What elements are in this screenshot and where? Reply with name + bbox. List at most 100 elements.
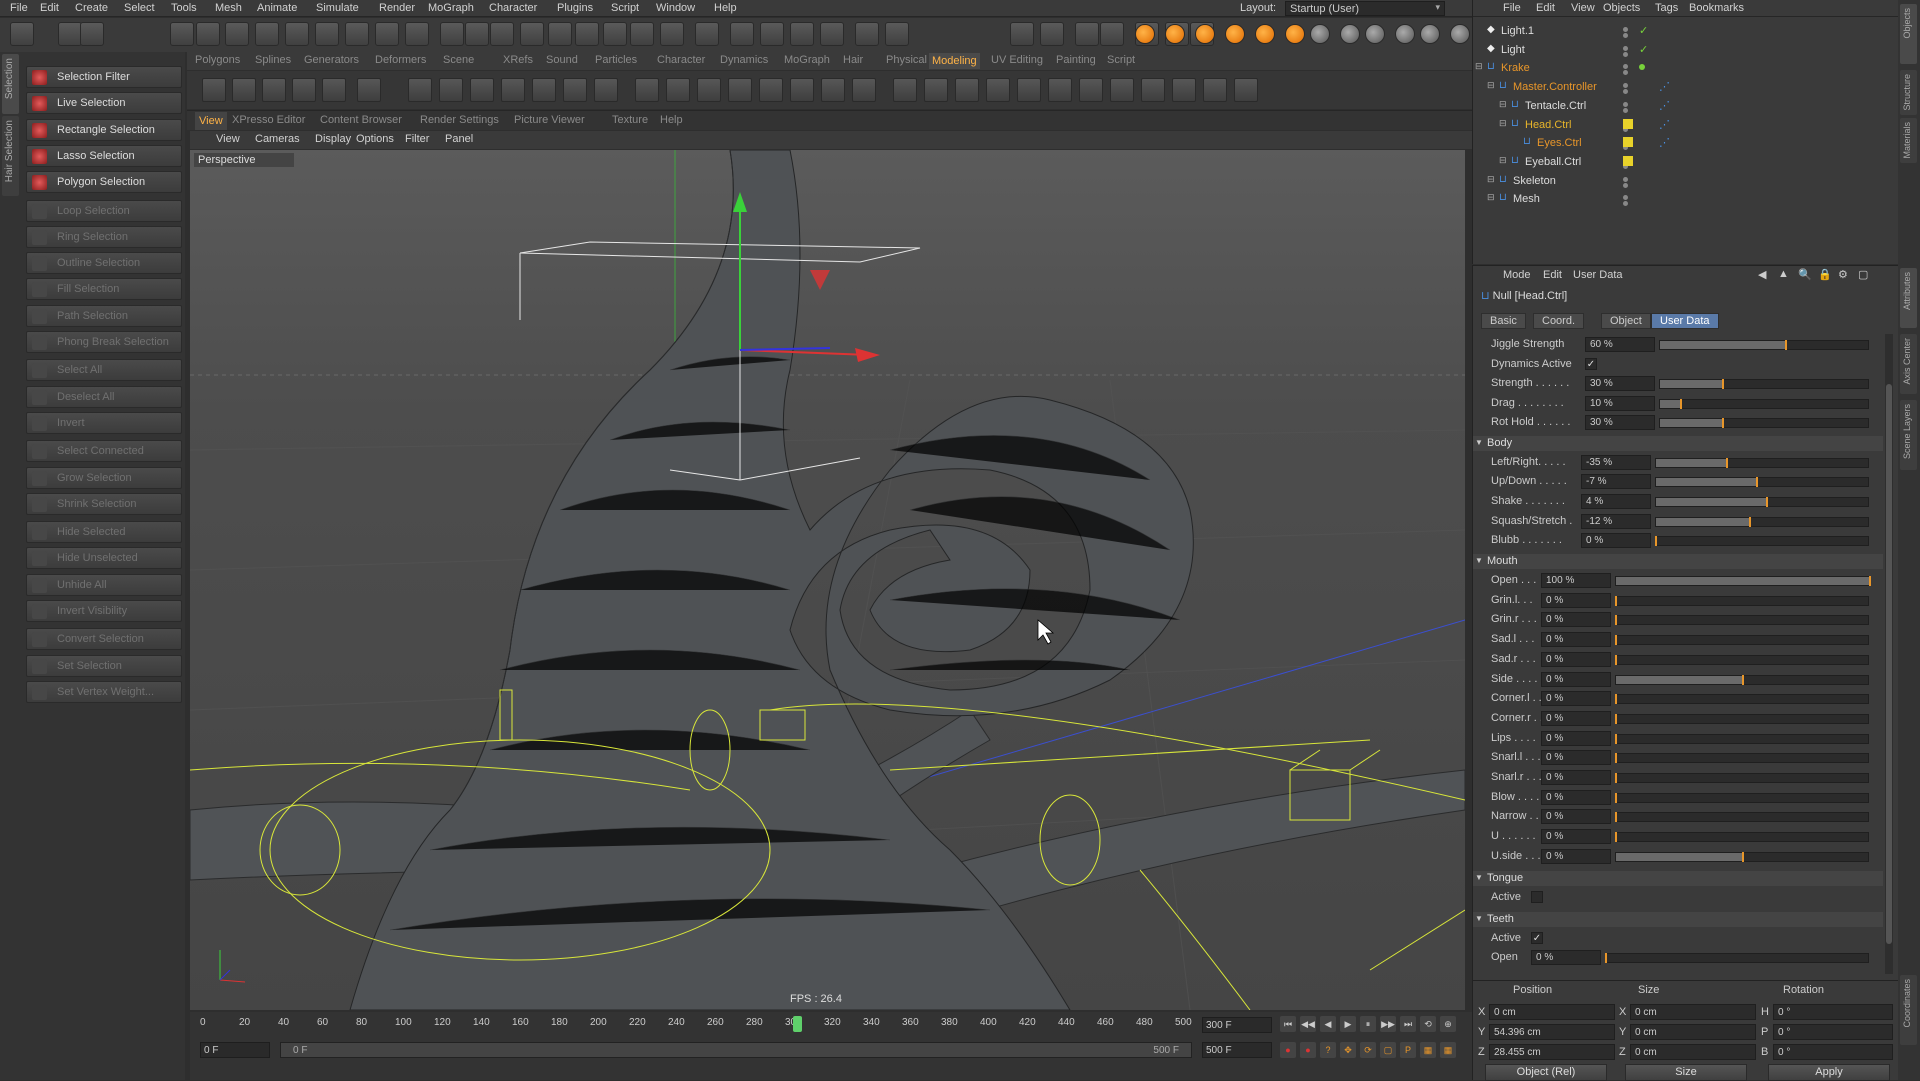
object-menu-file[interactable]: File: [1503, 2, 1521, 14]
param-value-field[interactable]: 0 %: [1541, 730, 1611, 746]
modeling-tool-icon[interactable]: [728, 78, 752, 102]
selection-btn-ring-selection[interactable]: Ring Selection: [26, 225, 182, 248]
toolbar-tool-icon[interactable]: [1010, 22, 1034, 46]
key-control-icon[interactable]: P: [1400, 1042, 1416, 1058]
visibility-dot-icon[interactable]: [1623, 176, 1628, 182]
object-row-light[interactable]: ◆ Light ✓: [1473, 41, 1899, 59]
section-teeth[interactable]: Teeth ▼: [1473, 911, 1883, 927]
menu-tools[interactable]: Tools: [171, 2, 197, 14]
value-slider[interactable]: [1615, 773, 1869, 783]
slider-knob[interactable]: [1755, 477, 1758, 488]
param-value-field[interactable]: 0 %: [1541, 789, 1611, 805]
slider-knob[interactable]: [1742, 674, 1744, 685]
menu-window[interactable]: Window: [656, 2, 695, 14]
tab-hair-selection[interactable]: Hair Selection: [2, 116, 19, 196]
object-menu-view[interactable]: View: [1571, 2, 1595, 14]
key-control-icon[interactable]: ●: [1300, 1042, 1316, 1058]
param-value-field[interactable]: 0 %: [1541, 829, 1611, 845]
expand-icon[interactable]: ⊟: [1487, 174, 1495, 185]
object-row-head-ctrl[interactable]: ⊟ ⊔ Head.Ctrl ⋰: [1473, 116, 1899, 134]
section-body[interactable]: Body ▼: [1473, 435, 1883, 451]
toolbar-tool-icon[interactable]: [345, 22, 369, 46]
object-row-eyes-ctrl[interactable]: ⊔ Eyes.Ctrl ⋰: [1473, 134, 1899, 152]
object-row-master-controller[interactable]: ⊟ ⊔ Master.Controller ⋰: [1473, 78, 1899, 96]
param-value-field[interactable]: 0 %: [1541, 632, 1611, 648]
param-value-field[interactable]: 0 %: [1541, 691, 1611, 707]
viewport-menu-cameras[interactable]: Cameras: [255, 133, 300, 145]
tab-selection[interactable]: Selection: [2, 54, 19, 114]
toolbar-tool-icon[interactable]: [375, 22, 399, 46]
selection-btn-shrink-selection[interactable]: Shrink Selection: [26, 492, 182, 515]
selection-btn-invert-visibility[interactable]: Invert Visibility: [26, 600, 182, 622]
param-value-field[interactable]: 0 %: [1531, 949, 1601, 965]
value-slider[interactable]: [1615, 832, 1869, 843]
modeling-tool-icon[interactable]: [357, 78, 381, 102]
param-value-field[interactable]: 4 %: [1581, 493, 1651, 509]
view-tab-content-browser[interactable]: Content Browser: [320, 114, 402, 126]
enabled-check-icon[interactable]: ✓: [1639, 24, 1648, 37]
param-value-field[interactable]: 0 %: [1541, 651, 1611, 667]
playback-control-icon[interactable]: ⏮: [1280, 1016, 1296, 1032]
toolbar-tool-icon[interactable]: [440, 22, 464, 46]
rotation-h-field[interactable]: 0 °: [1773, 1004, 1893, 1020]
toolbar-tool-icon[interactable]: [80, 22, 104, 46]
modeling-tool-icon[interactable]: [1172, 78, 1196, 102]
slider-knob[interactable]: [1742, 851, 1744, 862]
menu-edit[interactable]: Edit: [40, 2, 59, 14]
value-slider[interactable]: [1659, 379, 1869, 389]
selection-btn-live-selection[interactable]: Live Selection: [26, 92, 182, 115]
selection-btn-hide-unselected[interactable]: Hide Unselected: [26, 547, 182, 570]
playback-control-icon[interactable]: ⟲: [1420, 1016, 1436, 1032]
slider-knob[interactable]: [1615, 713, 1617, 724]
modeling-tool-icon[interactable]: [759, 78, 783, 102]
value-slider[interactable]: [1615, 753, 1869, 764]
slider-knob[interactable]: [1615, 773, 1617, 783]
modeling-tool-icon[interactable]: [635, 78, 659, 102]
mode-tab-sound[interactable]: Sound: [546, 54, 578, 66]
slider-knob[interactable]: [1615, 832, 1617, 843]
modeling-tool-icon[interactable]: [1234, 78, 1258, 102]
modeling-tool-icon[interactable]: [292, 78, 316, 102]
selection-btn-selection-filter[interactable]: Selection Filter: [26, 66, 182, 88]
slider-knob[interactable]: [1615, 753, 1617, 764]
selection-btn-hide-selected[interactable]: Hide Selected: [26, 521, 182, 544]
visibility-dot-icon[interactable]: [1623, 64, 1628, 70]
toolbar-tool-icon[interactable]: [760, 22, 784, 46]
toolbar-tool-icon[interactable]: [405, 22, 429, 46]
selection-btn-invert[interactable]: Invert: [26, 411, 182, 434]
toolbar-tool-icon[interactable]: [285, 22, 309, 46]
selection-btn-grow-selection[interactable]: Grow Selection: [26, 466, 182, 489]
value-slider[interactable]: [1615, 576, 1871, 586]
modeling-tool-icon[interactable]: [924, 78, 948, 102]
menu-animate[interactable]: Animate: [257, 2, 297, 14]
menu-file[interactable]: File: [10, 2, 28, 14]
param-value-field[interactable]: -12 %: [1581, 513, 1651, 529]
toolbar-tool-icon[interactable]: [255, 22, 279, 46]
modeling-tool-icon[interactable]: [439, 78, 463, 102]
toolbar-tool-icon[interactable]: [1075, 22, 1099, 46]
key-control-icon[interactable]: ?: [1320, 1042, 1336, 1058]
xpresso-tag-icon[interactable]: ⋰: [1659, 80, 1670, 93]
selection-btn-convert-selection[interactable]: Convert Selection: [26, 628, 182, 651]
value-slider[interactable]: [1615, 595, 1869, 606]
value-slider[interactable]: [1615, 635, 1869, 646]
xpresso-tag-icon[interactable]: ⋰: [1659, 136, 1670, 149]
coord-mode-dropdown[interactable]: Object (Rel): [1485, 1064, 1607, 1081]
mode-tab-xrefs[interactable]: XRefs: [503, 54, 533, 66]
object-menu-tags[interactable]: Tags: [1655, 2, 1678, 14]
viewport-menu-view[interactable]: View: [216, 133, 240, 145]
size-x-field[interactable]: 0 cm: [1630, 1004, 1756, 1020]
modeling-tool-icon[interactable]: [852, 78, 876, 102]
param-value-field[interactable]: 10 %: [1585, 395, 1655, 411]
view-tab-picture-viewer[interactable]: Picture Viewer: [514, 114, 585, 126]
selection-btn-path-selection[interactable]: Path Selection: [26, 304, 182, 327]
mode-tab-uv-editing[interactable]: UV Editing: [991, 54, 1043, 66]
selection-btn-set-vertex-weight[interactable]: Set Vertex Weight...: [26, 680, 182, 703]
modeling-tool-icon[interactable]: [232, 78, 256, 102]
object-row-skeleton[interactable]: ⊟ ⊔ Skeleton: [1473, 172, 1899, 190]
toolbar-tool-icon[interactable]: [1040, 22, 1064, 46]
right-tab-scene-layers[interactable]: Scene Layers: [1900, 400, 1917, 470]
toolbar-tool-icon[interactable]: [10, 22, 34, 46]
slider-knob[interactable]: [1785, 340, 1787, 350]
playback-control-icon[interactable]: ⊕: [1440, 1016, 1456, 1032]
